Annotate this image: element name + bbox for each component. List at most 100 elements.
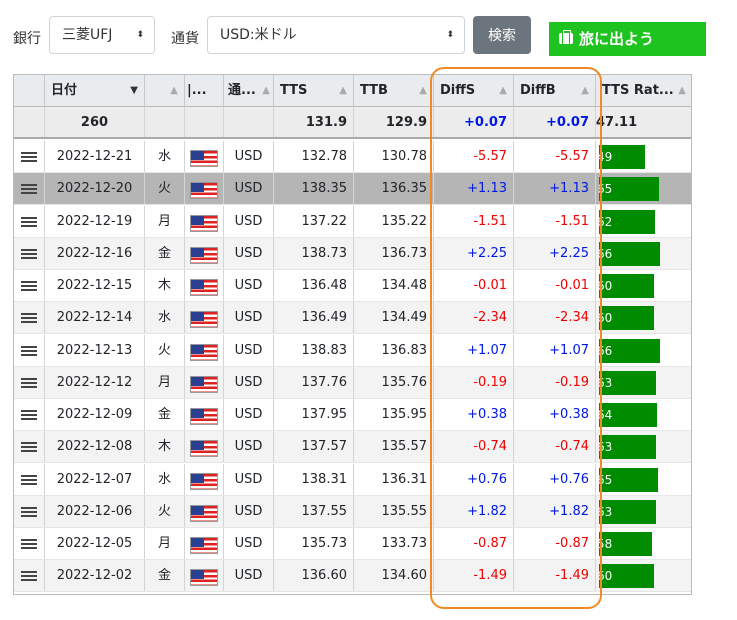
row-drag-handle[interactable] bbox=[14, 173, 45, 205]
column-header-dow[interactable]: ▲ bbox=[145, 75, 185, 106]
cell-diffb: +1.13 bbox=[514, 173, 596, 205]
hamburger-icon[interactable] bbox=[21, 377, 37, 380]
cell-currency: USD bbox=[224, 463, 274, 495]
hamburger-icon[interactable] bbox=[21, 539, 37, 541]
table-row[interactable]: 2022-12-02金USD136.60134.60-1.49-1.4960 bbox=[14, 560, 691, 593]
column-header-date[interactable]: 日付 ▼ bbox=[45, 75, 145, 106]
bank-select-value: 三菱UFJ bbox=[62, 27, 113, 43]
hamburger-icon[interactable] bbox=[21, 474, 37, 477]
hamburger-icon[interactable] bbox=[21, 506, 37, 509]
cell-ttb: 135.57 bbox=[354, 431, 434, 463]
sort-asc-icon[interactable]: ▲ bbox=[499, 75, 507, 106]
cell-flag bbox=[185, 560, 224, 592]
table-row[interactable]: 2022-12-20火USD138.35136.35+1.13+1.1365 bbox=[14, 173, 691, 206]
column-title: 通... bbox=[228, 83, 256, 98]
cell-tts: 137.95 bbox=[274, 399, 354, 430]
table-row[interactable]: 2022-12-21水USD132.78130.78-5.57-5.5749 bbox=[14, 141, 691, 173]
cell-currency: USD bbox=[224, 399, 274, 430]
table-row[interactable]: 2022-12-14水USD136.49134.49-2.34-2.3460 bbox=[14, 302, 691, 335]
cell-tts-rate: 60 bbox=[596, 302, 691, 333]
hamburger-icon[interactable] bbox=[21, 571, 37, 574]
us-flag-icon bbox=[190, 375, 218, 393]
travel-button[interactable]: 旅に出よう bbox=[549, 22, 706, 56]
cell-tts: 132.78 bbox=[274, 141, 354, 172]
cell-tts-rate: 63 bbox=[596, 367, 691, 398]
table-row[interactable]: 2022-12-19月USD137.22135.22-1.51-1.5162 bbox=[14, 205, 691, 238]
column-header-tts[interactable]: TTS ▲ bbox=[274, 75, 354, 106]
hamburger-icon[interactable] bbox=[21, 442, 37, 445]
sort-asc-icon[interactable]: ▲ bbox=[339, 75, 347, 106]
tts-rate-bar: 66 bbox=[599, 338, 660, 363]
row-drag-handle[interactable] bbox=[14, 431, 45, 463]
sort-asc-icon[interactable]: ▲ bbox=[419, 75, 427, 106]
hamburger-icon[interactable] bbox=[21, 152, 37, 154]
tts-rate-bar: 60 bbox=[599, 274, 654, 298]
row-drag-handle[interactable] bbox=[14, 463, 45, 495]
bank-select[interactable]: 三菱UFJ ⬍ bbox=[49, 16, 155, 54]
cell-tts: 136.48 bbox=[274, 270, 354, 301]
summary-diffs: +0.07 bbox=[434, 107, 514, 137]
cell-dow: 火 bbox=[145, 173, 185, 205]
cell-tts: 135.73 bbox=[274, 528, 354, 559]
sort-asc-icon[interactable]: ▲ bbox=[678, 75, 686, 106]
hamburger-icon[interactable] bbox=[21, 281, 37, 283]
cell-ttb: 135.55 bbox=[354, 495, 434, 527]
table-row[interactable]: 2022-12-16金USD138.73136.73+2.25+2.2566 bbox=[14, 237, 691, 270]
hamburger-icon[interactable] bbox=[21, 216, 37, 219]
row-drag-handle[interactable] bbox=[14, 302, 45, 334]
table-row[interactable]: 2022-12-13火USD138.83136.83+1.07+1.0766 bbox=[14, 334, 691, 367]
row-drag-handle[interactable] bbox=[14, 560, 45, 592]
table-row[interactable]: 2022-12-06火USD137.55135.55+1.82+1.8263 bbox=[14, 495, 691, 528]
cell-diffb: -2.34 bbox=[514, 302, 596, 334]
column-header-currency[interactable]: 通... ▲ bbox=[224, 75, 274, 106]
hamburger-icon[interactable] bbox=[21, 410, 37, 412]
row-drag-handle[interactable] bbox=[14, 366, 45, 398]
hamburger-icon[interactable] bbox=[21, 184, 37, 187]
row-drag-handle[interactable] bbox=[14, 495, 45, 527]
sort-asc-icon[interactable]: ▲ bbox=[581, 75, 589, 106]
table-row[interactable]: 2022-12-08木USD137.57135.57-0.74-0.7463 bbox=[14, 431, 691, 464]
cell-ttb: 135.22 bbox=[354, 205, 434, 237]
row-drag-handle[interactable] bbox=[14, 334, 45, 366]
sort-desc-icon[interactable]: ▼ bbox=[130, 75, 138, 106]
cell-currency: USD bbox=[224, 141, 274, 172]
tts-rate-bar: 49 bbox=[599, 145, 645, 169]
cell-diffs: -0.19 bbox=[434, 366, 514, 398]
table-row[interactable]: 2022-12-07水USD138.31136.31+0.76+0.7665 bbox=[14, 463, 691, 496]
row-drag-handle[interactable] bbox=[14, 205, 45, 237]
table-row[interactable]: 2022-12-05月USD135.73133.73-0.87-0.8758 bbox=[14, 528, 691, 560]
table-row[interactable]: 2022-12-09金USD137.95135.95+0.38+0.3864 bbox=[14, 399, 691, 431]
cell-dow: 木 bbox=[145, 431, 185, 463]
table-row[interactable]: 2022-12-15木USD136.48134.48-0.01-0.0160 bbox=[14, 270, 691, 302]
cell-dow: 火 bbox=[145, 495, 185, 527]
hamburger-icon[interactable] bbox=[21, 248, 37, 251]
column-header-tts-rate[interactable]: TTS Rat... ▲ bbox=[596, 75, 691, 106]
sort-asc-icon[interactable]: ▲ bbox=[262, 75, 270, 106]
cell-currency: USD bbox=[224, 528, 274, 559]
currency-select[interactable]: USD:米ドル ⬍ bbox=[207, 16, 465, 54]
tts-rate-bar: 63 bbox=[599, 499, 656, 524]
row-drag-handle[interactable] bbox=[14, 141, 45, 172]
row-drag-handle[interactable] bbox=[14, 237, 45, 269]
rate-table: 日付 ▼ ▲ |... 通... ▲ TTS ▲ TTB ▲ DiffS ▲ D… bbox=[13, 74, 692, 595]
cell-ttb: 134.49 bbox=[354, 302, 434, 334]
column-header-flag[interactable]: |... bbox=[185, 75, 224, 106]
cell-tts: 138.73 bbox=[274, 237, 354, 269]
cell-date: 2022-12-14 bbox=[45, 302, 145, 334]
hamburger-icon[interactable] bbox=[21, 313, 37, 316]
row-drag-handle[interactable] bbox=[14, 399, 45, 430]
cell-diffb: -1.49 bbox=[514, 560, 596, 592]
row-drag-handle[interactable] bbox=[14, 270, 45, 301]
search-button[interactable]: 検索 bbox=[473, 16, 531, 54]
table-row[interactable]: 2022-12-12月USD137.76135.76-0.19-0.1963 bbox=[14, 366, 691, 399]
cell-tts-rate: 65 bbox=[596, 173, 691, 204]
column-header-diffb[interactable]: DiffB ▲ bbox=[514, 75, 596, 106]
cell-flag bbox=[185, 431, 224, 463]
cell-tts-rate: 63 bbox=[596, 496, 691, 527]
sort-asc-icon[interactable]: ▲ bbox=[170, 75, 178, 106]
column-header-ttb[interactable]: TTB ▲ bbox=[354, 75, 434, 106]
hamburger-icon[interactable] bbox=[21, 345, 37, 348]
column-header-diffs[interactable]: DiffS ▲ bbox=[434, 75, 514, 106]
column-title: TTS bbox=[280, 83, 308, 98]
row-drag-handle[interactable] bbox=[14, 528, 45, 559]
